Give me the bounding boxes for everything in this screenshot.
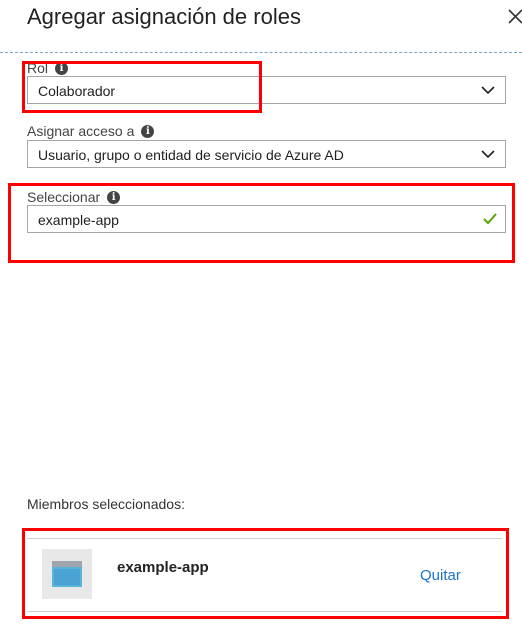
selected-members-label: Miembros seleccionados:: [27, 496, 185, 512]
assign-access-value: Usuario, grupo o entidad de servicio de …: [38, 147, 344, 163]
assign-access-label-group: Asignar acceso a i: [27, 123, 155, 139]
info-icon[interactable]: i: [141, 124, 155, 138]
role-highlight-box: [22, 61, 262, 113]
assign-access-label: Asignar acceso a: [27, 123, 135, 139]
chevron-down-icon: [481, 86, 495, 95]
assign-access-dropdown[interactable]: Usuario, grupo o entidad de servicio de …: [27, 140, 506, 168]
select-highlight-box: [8, 183, 515, 263]
member-highlight-box: [22, 528, 509, 619]
chevron-down-icon: [481, 150, 495, 159]
page-title: Agregar asignación de roles: [27, 4, 301, 29]
close-icon[interactable]: [508, 6, 522, 28]
header-divider: [0, 52, 522, 53]
